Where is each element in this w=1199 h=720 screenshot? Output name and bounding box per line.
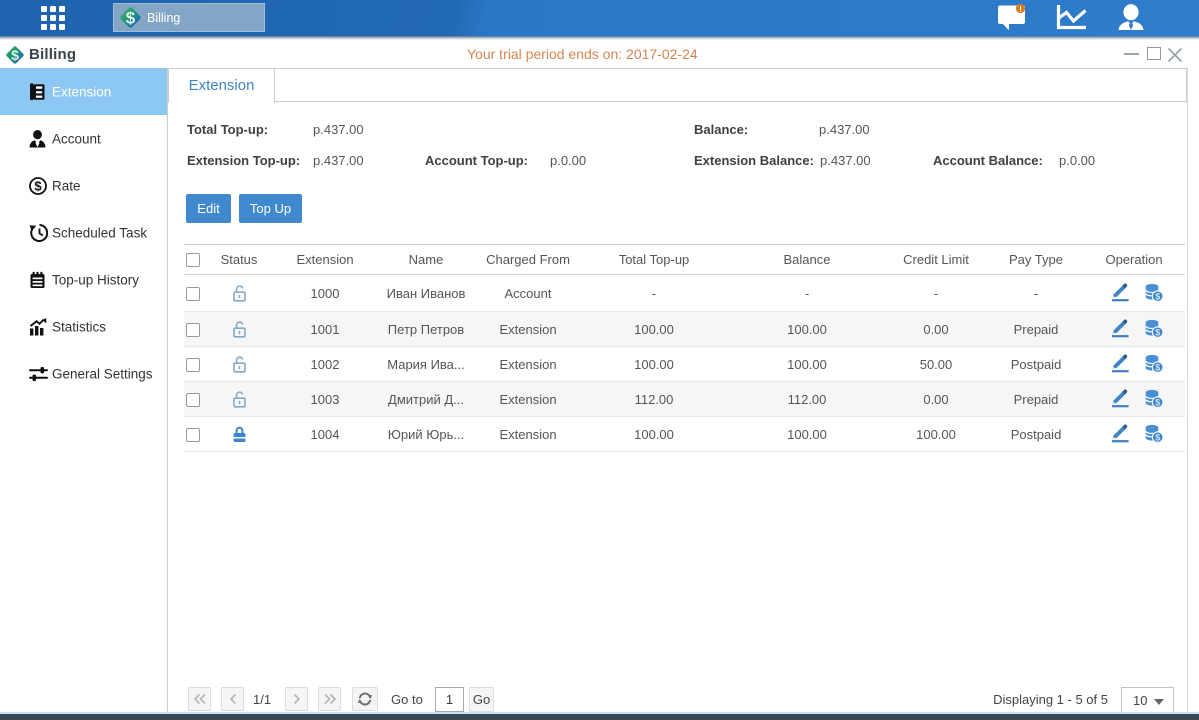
svg-text:$: $ — [1155, 397, 1160, 407]
svg-text:$: $ — [1155, 432, 1160, 442]
svg-text:$: $ — [126, 9, 136, 28]
svg-text:$: $ — [34, 178, 42, 193]
svg-text:$: $ — [11, 47, 19, 63]
svg-text:$: $ — [1155, 291, 1160, 301]
svg-text:$: $ — [1155, 327, 1160, 337]
svg-text:!: ! — [1019, 4, 1022, 14]
svg-text:$: $ — [1155, 362, 1160, 372]
